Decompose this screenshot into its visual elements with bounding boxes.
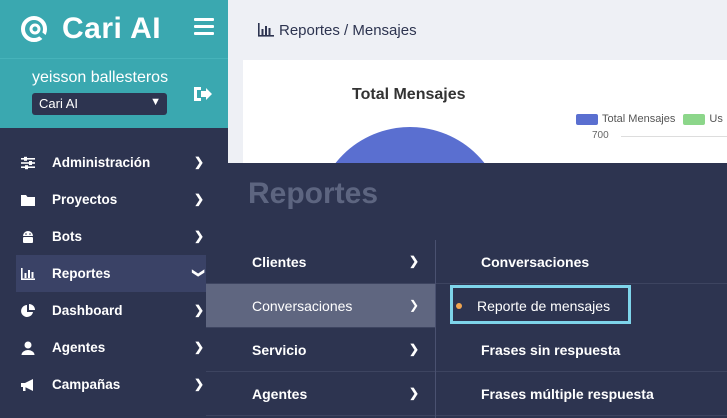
y-axis-tick: 700	[592, 130, 609, 141]
sidebar-item-label: Dashboard	[52, 303, 123, 318]
reportes-megamenu: Reportes Clientes ❯ Conversaciones ❯ Ser…	[206, 163, 727, 418]
megamenu-item-clientes[interactable]: Clientes ❯	[206, 240, 435, 284]
megamenu-column-categories: Clientes ❯ Conversaciones ❯ Servicio ❯ A…	[206, 240, 435, 416]
logout-icon[interactable]	[192, 85, 212, 103]
megamenu-item-label: Clientes	[252, 253, 307, 270]
sidebar-item-agentes[interactable]: Agentes ❯	[0, 329, 228, 366]
megamenu-item-servicio[interactable]: Servicio ❯	[206, 328, 435, 372]
chart-title: Total Mensajes	[352, 86, 466, 103]
breadcrumb: Reportes / Mensajes	[228, 0, 727, 60]
sidebar-item-reportes[interactable]: Reportes ❯	[16, 255, 228, 292]
megamenu-subitem-label: Reporte de mensajes	[477, 298, 611, 314]
sidebar-item-label: Administración	[52, 155, 151, 170]
chevron-right-icon: ❯	[408, 254, 419, 268]
sidebar-item-label: Campañas	[52, 377, 121, 392]
chart-legend: Total Mensajes Us	[576, 113, 723, 125]
chevron-right-icon: ❯	[193, 155, 204, 169]
android-icon	[23, 230, 33, 243]
brand-header: Cari AI	[0, 0, 228, 58]
company-select[interactable]: Cari AI ▼	[32, 93, 167, 115]
megamenu-subitem-frases-multiple-respuesta[interactable]: Frases múltiple respuesta	[436, 372, 727, 416]
sidebar-item-campanas[interactable]: Campañas ❯	[0, 366, 228, 403]
bar-chart-icon	[258, 23, 274, 37]
chevron-right-icon: ❯	[193, 229, 204, 243]
chart-card: Total Mensajes Total Mensajes Us 700	[243, 60, 727, 180]
sidebar-item-label: Agentes	[52, 340, 106, 355]
chevron-right-icon: ❯	[408, 342, 419, 356]
chevron-down-icon: ❯	[191, 267, 206, 279]
brand-name: Cari AI	[62, 12, 162, 45]
sidebar-item-label: Bots	[52, 229, 82, 244]
gridline	[621, 136, 727, 137]
chevron-right-icon: ❯	[193, 377, 204, 391]
megamenu-item-agentes[interactable]: Agentes ❯	[206, 372, 435, 416]
bar-chart-icon	[21, 267, 35, 280]
logo-icon	[21, 16, 49, 42]
sidebar-item-proyectos[interactable]: Proyectos ❯	[0, 181, 228, 218]
megamenu-item-label: Agentes	[252, 385, 308, 402]
megamenu-item-label: Conversaciones	[252, 297, 353, 314]
company-select-value: Cari AI	[39, 96, 79, 111]
sliders-icon	[21, 156, 35, 169]
chevron-right-icon: ❯	[193, 192, 204, 206]
megamenu-subitem-label: Frases sin respuesta	[481, 341, 621, 358]
megamenu-item-conversaciones[interactable]: Conversaciones ❯	[206, 284, 435, 328]
legend-swatch	[576, 113, 598, 125]
megamenu-item-label: Servicio	[252, 341, 307, 358]
sidebar-item-dashboard[interactable]: Dashboard ❯	[0, 292, 228, 329]
megamenu-subitem-conversaciones[interactable]: Conversaciones	[436, 240, 727, 284]
sidebar: Cari AI yeisson ballesteros Cari AI ▼ Ad…	[0, 0, 228, 418]
chevron-right-icon: ❯	[408, 386, 419, 400]
legend-label[interactable]: Us	[709, 113, 722, 125]
megamenu-subitem-frases-sin-respuesta[interactable]: Frases sin respuesta	[436, 328, 727, 372]
megamenu-column-reports: Conversaciones Reporte de mensajes Frase…	[436, 240, 727, 416]
megamenu-title: Reportes	[248, 177, 379, 210]
megaphone-icon	[21, 378, 33, 391]
sidebar-item-bots[interactable]: Bots ❯	[0, 218, 228, 255]
megamenu-subitem-reporte-mensajes[interactable]: Reporte de mensajes	[436, 284, 727, 328]
user-box: yeisson ballesteros Cari AI ▼	[0, 58, 228, 128]
breadcrumb-text: Reportes / Mensajes	[279, 21, 417, 39]
megamenu-subitem-label: Conversaciones	[481, 253, 590, 270]
sidebar-menu: Administración ❯ Proyectos ❯ Bots ❯ Repo…	[0, 128, 228, 403]
legend-label[interactable]: Total Mensajes	[602, 113, 675, 125]
chevron-right-icon: ❯	[408, 298, 419, 312]
sidebar-item-administracion[interactable]: Administración ❯	[0, 144, 228, 181]
user-icon	[21, 341, 35, 355]
sidebar-item-label: Reportes	[52, 266, 111, 281]
megamenu-subitem-label: Frases múltiple respuesta	[481, 385, 654, 402]
chevron-right-icon: ❯	[193, 340, 204, 354]
pie-chart-icon	[21, 303, 35, 317]
chevron-right-icon: ❯	[193, 303, 204, 317]
folder-icon	[21, 194, 35, 206]
legend-swatch	[683, 113, 706, 125]
hamburger-icon[interactable]	[194, 18, 214, 36]
chevron-down-icon: ▼	[150, 96, 161, 108]
sidebar-item-label: Proyectos	[52, 192, 118, 207]
